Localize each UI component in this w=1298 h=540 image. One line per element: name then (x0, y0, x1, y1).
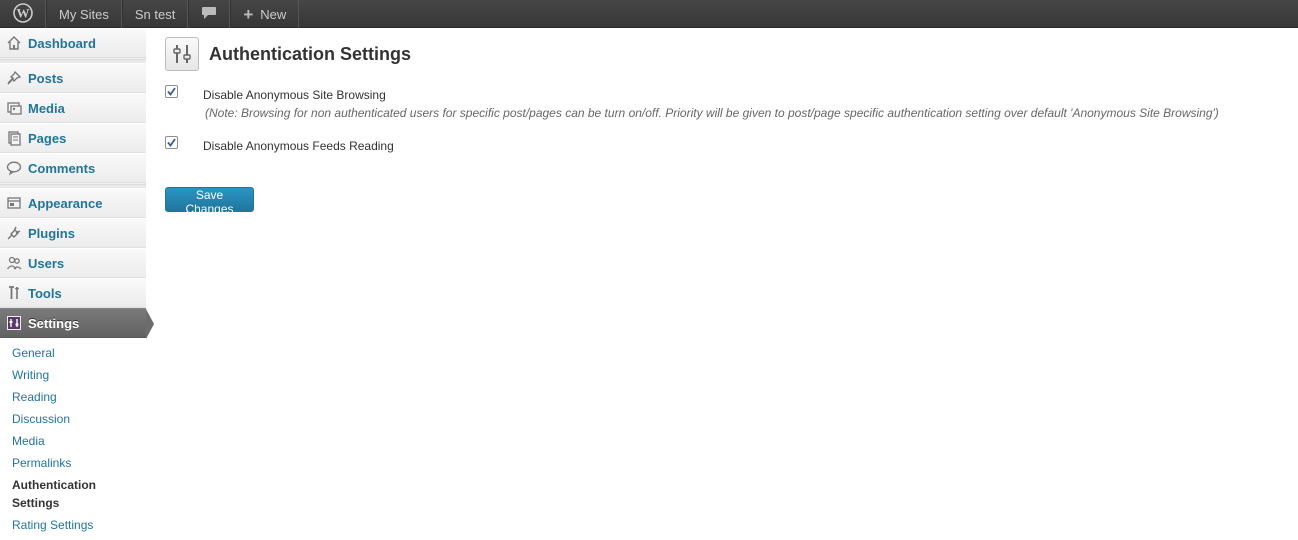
anonymous-site-browsing-label: Disable Anonymous Site Browsing (203, 88, 386, 102)
home-icon (6, 35, 22, 51)
option-anonymous-feeds-reading: Disable Anonymous Feeds Reading (165, 136, 1285, 156)
comments-menu[interactable] (188, 0, 231, 28)
svg-text:W: W (16, 5, 29, 20)
appearance-icon (6, 195, 22, 211)
wordpress-logo-button[interactable]: W (0, 0, 46, 28)
page-title: Authentication Settings (209, 43, 411, 64)
sidebar-item-plugins[interactable]: Plugins (0, 218, 146, 248)
sidebar-item-tools[interactable]: Tools (0, 278, 146, 308)
sidebar-item-media[interactable]: Media (0, 93, 146, 123)
site-name-menu[interactable]: Sn test (121, 0, 189, 28)
my-sites-menu[interactable]: My Sites (46, 0, 122, 28)
sidebar-item-comments[interactable]: Comments (0, 153, 146, 183)
sidebar-item-label: Dashboard (28, 35, 96, 51)
plus-icon: + (243, 4, 254, 24)
tools-icon (6, 285, 22, 301)
sidebar-item-posts[interactable]: Posts (0, 63, 146, 93)
wordpress-logo-icon: W (12, 2, 33, 26)
submenu-item-rating-settings[interactable]: Rating Settings (12, 516, 93, 534)
sidebar-item-appearance[interactable]: Appearance (0, 188, 146, 218)
page-header: Authentication Settings (165, 37, 411, 71)
sidebar-item-label: Pages (28, 130, 67, 146)
option-anonymous-site-browsing: Disable Anonymous Site Browsing (Note: B… (165, 85, 1285, 125)
sidebar-item-dashboard[interactable]: Dashboard (0, 28, 146, 58)
sidebar-item-label: Settings (28, 315, 80, 331)
sidebar-item-users[interactable]: Users (0, 248, 146, 278)
anonymous-site-browsing-note: (Note: Browsing for non authenticated us… (205, 106, 1219, 120)
users-icon (6, 255, 22, 271)
save-changes-button[interactable]: Save Changes (165, 187, 254, 216)
sidebar-item-settings[interactable]: Settings (0, 308, 154, 339)
admin-sidebar: Dashboard Posts Media Pages Comments App… (0, 28, 154, 540)
settings-icon (6, 315, 22, 331)
submenu-item-general[interactable]: General (12, 344, 55, 362)
settings-submenu: General Writing Reading Discussion Media… (0, 338, 146, 540)
submenu-item-writing[interactable]: Writing (12, 366, 49, 384)
new-content-menu[interactable]: + New (230, 0, 300, 28)
anonymous-feeds-reading-checkbox[interactable] (165, 136, 178, 149)
submenu-item-authentication-settings[interactable]: Authentication Settings (12, 476, 122, 512)
pushpin-icon (6, 70, 22, 86)
settings-page-icon (165, 37, 199, 71)
new-label: New (260, 6, 287, 22)
media-icon (6, 100, 22, 116)
sidebar-item-label: Tools (28, 285, 62, 301)
pages-icon (6, 130, 22, 146)
submenu-item-discussion[interactable]: Discussion (12, 410, 70, 428)
plug-icon (6, 225, 22, 241)
sidebar-item-label: Plugins (28, 225, 75, 241)
site-name-label: Sn test (134, 6, 176, 22)
comment-icon (6, 160, 22, 176)
anonymous-feeds-reading-label: Disable Anonymous Feeds Reading (203, 139, 394, 153)
speech-bubble-icon (201, 6, 217, 23)
sidebar-item-label: Posts (28, 70, 64, 86)
my-sites-label: My Sites (59, 6, 109, 22)
sidebar-item-label: Appearance (28, 195, 103, 211)
submenu-item-media[interactable]: Media (12, 432, 45, 450)
sidebar-item-label: Comments (28, 160, 96, 176)
sidebar-item-label: Users (28, 255, 65, 271)
admin-bar: W My Sites Sn test + New (0, 0, 1298, 28)
anonymous-site-browsing-checkbox[interactable] (165, 85, 178, 98)
sidebar-item-label: Media (28, 100, 65, 116)
submenu-item-permalinks[interactable]: Permalinks (12, 454, 71, 472)
sidebar-item-pages[interactable]: Pages (0, 123, 146, 153)
submenu-item-reading[interactable]: Reading (12, 388, 57, 406)
